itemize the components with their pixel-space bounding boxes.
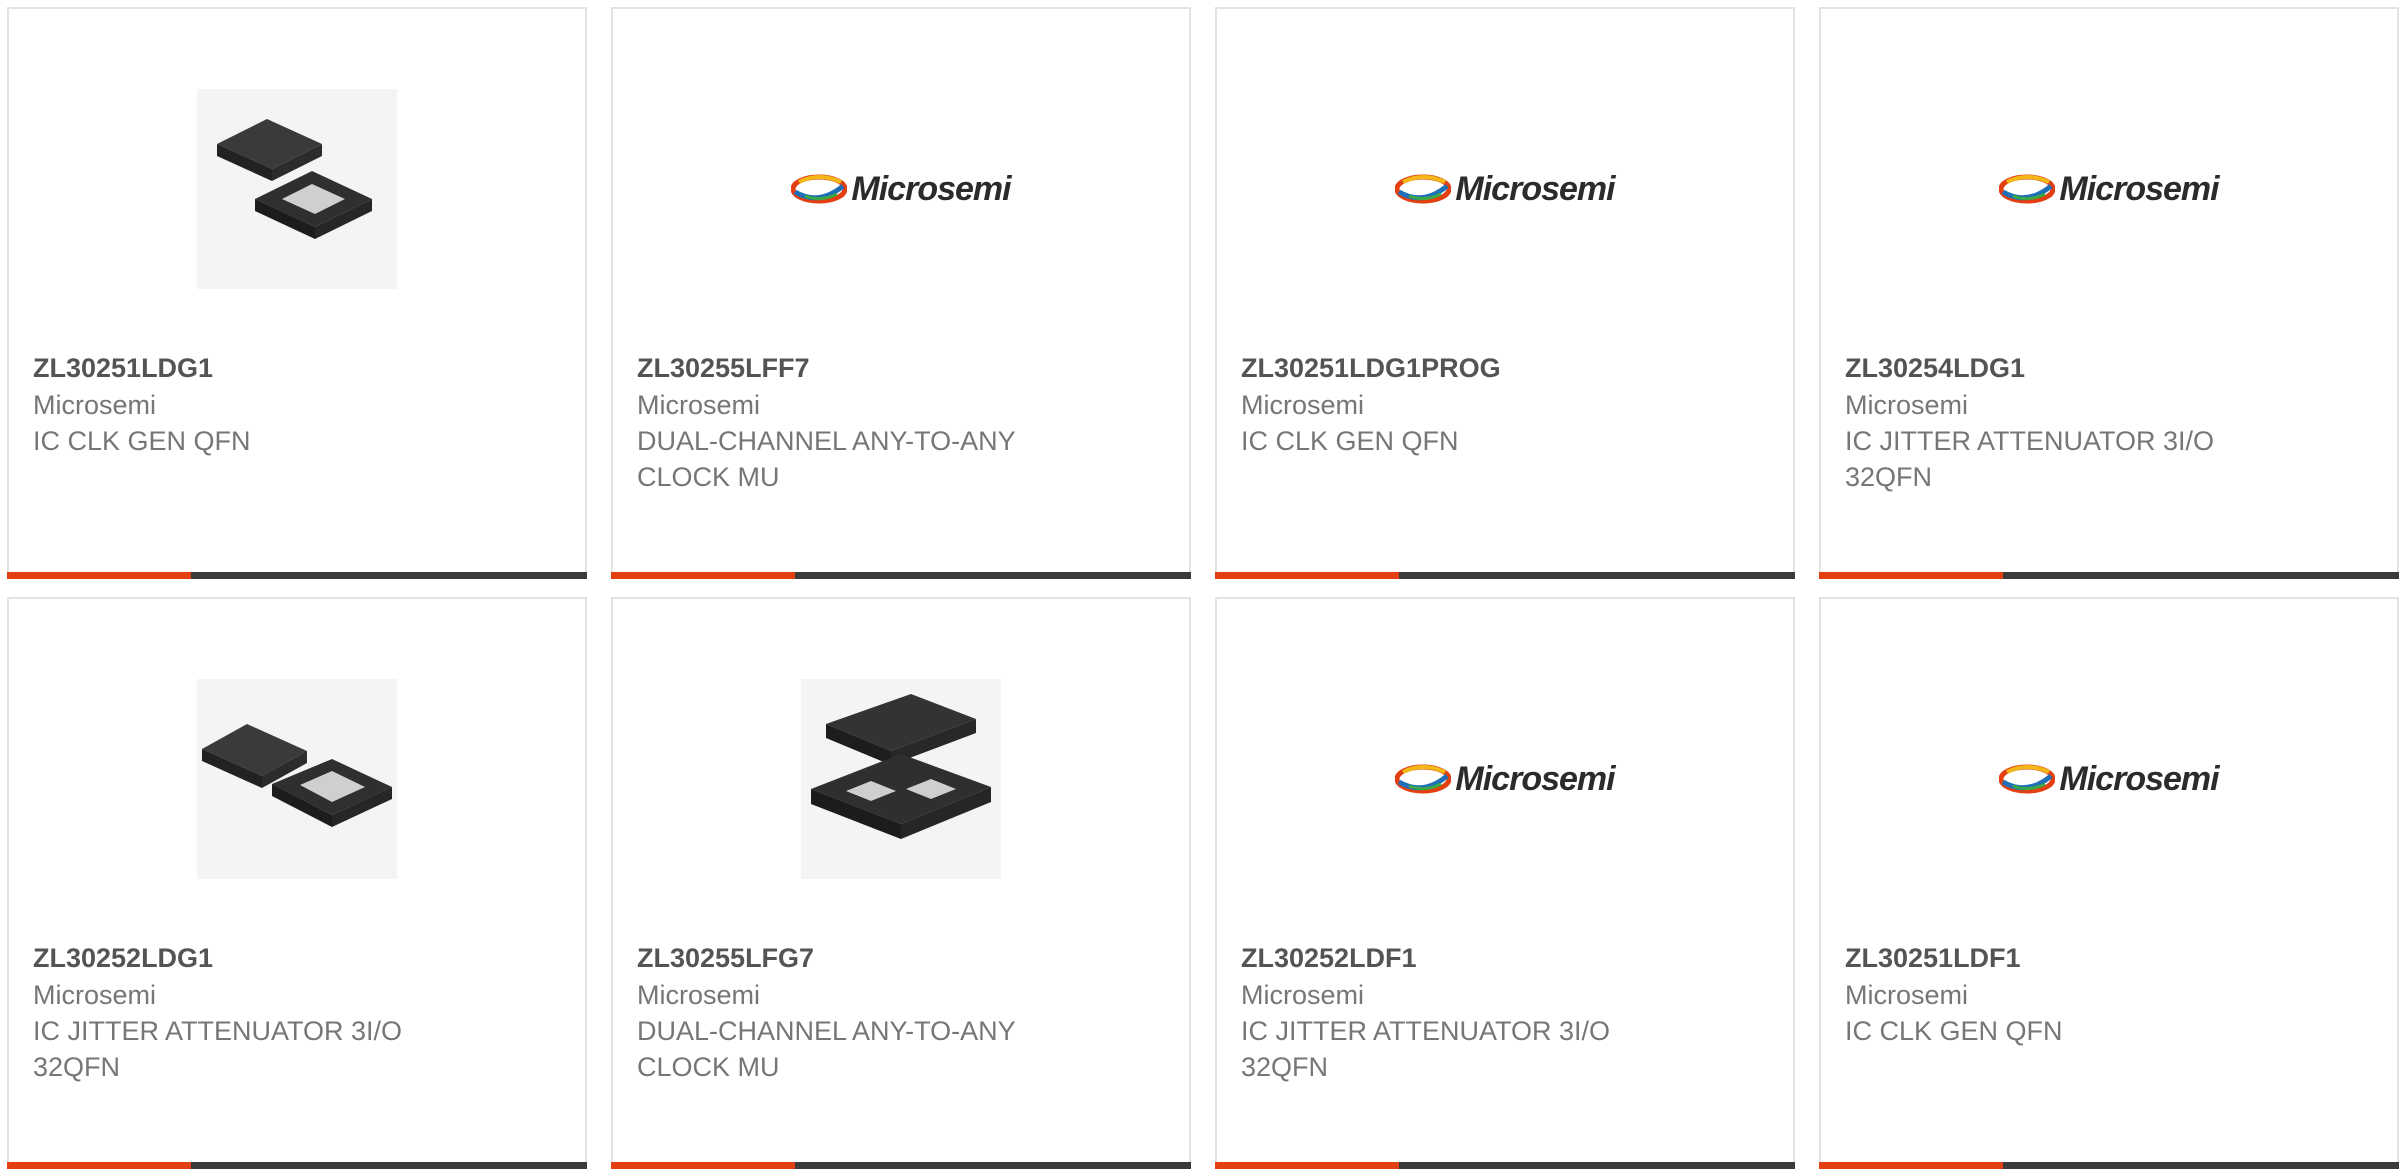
product-description: IC CLK GEN QFN xyxy=(1845,1016,2063,1046)
manufacturer-name: Microsemi xyxy=(1845,980,1969,1010)
manufacturer-name: Microsemi xyxy=(33,390,157,420)
product-info: ZL30255LFF7 Microsemi DUAL-CHANNEL ANY-T… xyxy=(637,349,1165,495)
card-bar-accent xyxy=(1215,1162,1399,1169)
part-number-link[interactable]: ZL30255LFG7 xyxy=(637,939,1165,977)
product-card[interactable]: ZL30252LDG1 Microsemi IC JITTER ATTENUAT… xyxy=(7,597,587,1169)
product-card[interactable]: Microsemi ZL30255LFF7 Microsemi DUAL-CHA… xyxy=(611,7,1191,579)
manufacturer-name: Microsemi xyxy=(1845,390,1969,420)
manufacturer-name: Microsemi xyxy=(33,980,157,1010)
product-card[interactable]: Microsemi ZL30251LDG1PROG Microsemi IC C… xyxy=(1215,7,1795,579)
product-info: ZL30255LFG7 Microsemi DUAL-CHANNEL ANY-T… xyxy=(637,939,1165,1085)
logo-text: Microsemi xyxy=(2059,169,2219,208)
card-bar-accent xyxy=(1215,572,1399,579)
qfn-chip-pair-icon xyxy=(197,89,397,289)
microsemi-logo: Microsemi xyxy=(791,169,1012,209)
product-description: DUAL-CHANNEL ANY-TO-ANY CLOCK MU xyxy=(637,1016,1016,1082)
card-bar xyxy=(1819,1162,2399,1169)
product-image[interactable]: Microsemi xyxy=(1821,39,2397,339)
product-image[interactable] xyxy=(613,629,1189,929)
part-number-link[interactable]: ZL30252LDG1 xyxy=(33,939,561,977)
product-description: IC CLK GEN QFN xyxy=(33,426,251,456)
product-image[interactable]: Microsemi xyxy=(1821,629,2397,929)
card-bar xyxy=(1819,572,2399,579)
microsemi-logo: Microsemi xyxy=(1395,169,1616,209)
card-bar xyxy=(611,1162,1191,1169)
card-bar xyxy=(1215,572,1795,579)
product-info: ZL30251LDG1PROG Microsemi IC CLK GEN QFN xyxy=(1241,349,1769,459)
microsemi-swoosh-icon xyxy=(1395,174,1452,204)
product-description: IC CLK GEN QFN xyxy=(1241,426,1459,456)
product-description: IC JITTER ATTENUATOR 3I/O 32QFN xyxy=(33,1016,403,1082)
product-info: ZL30251LDF1 Microsemi IC CLK GEN QFN xyxy=(1845,939,2373,1049)
qfn-chip-pair-icon xyxy=(801,679,1001,879)
product-image[interactable]: Microsemi xyxy=(1217,629,1793,929)
card-bar-accent xyxy=(611,1162,795,1169)
card-bar xyxy=(611,572,1191,579)
card-bar xyxy=(1215,1162,1795,1169)
qfn-chip-pair-icon xyxy=(197,679,397,879)
product-card[interactable]: ZL30251LDG1 Microsemi IC CLK GEN QFN xyxy=(7,7,587,579)
card-bar-accent xyxy=(7,572,191,579)
part-number-link[interactable]: ZL30251LDF1 xyxy=(1845,939,2373,977)
manufacturer-name: Microsemi xyxy=(1241,390,1365,420)
microsemi-logo: Microsemi xyxy=(1395,759,1616,799)
product-card[interactable]: Microsemi ZL30251LDF1 Microsemi IC CLK G… xyxy=(1819,597,2399,1169)
product-image[interactable]: Microsemi xyxy=(1217,39,1793,339)
logo-text: Microsemi xyxy=(2059,759,2219,798)
microsemi-swoosh-icon xyxy=(1999,174,2056,204)
product-description: IC JITTER ATTENUATOR 3I/O 32QFN xyxy=(1845,426,2215,492)
product-image[interactable] xyxy=(9,629,585,929)
product-image[interactable] xyxy=(9,39,585,339)
product-info: ZL30252LDG1 Microsemi IC JITTER ATTENUAT… xyxy=(33,939,561,1085)
product-description: DUAL-CHANNEL ANY-TO-ANY CLOCK MU xyxy=(637,426,1016,492)
part-number-link[interactable]: ZL30251LDG1PROG xyxy=(1241,349,1769,387)
card-bar-accent xyxy=(7,1162,191,1169)
product-card[interactable]: Microsemi ZL30254LDG1 Microsemi IC JITTE… xyxy=(1819,7,2399,579)
manufacturer-name: Microsemi xyxy=(1241,980,1365,1010)
product-image[interactable]: Microsemi xyxy=(613,39,1189,339)
product-card[interactable]: ZL30255LFG7 Microsemi DUAL-CHANNEL ANY-T… xyxy=(611,597,1191,1169)
product-info: ZL30252LDF1 Microsemi IC JITTER ATTENUAT… xyxy=(1241,939,1769,1085)
product-info: ZL30254LDG1 Microsemi IC JITTER ATTENUAT… xyxy=(1845,349,2373,495)
product-info: ZL30251LDG1 Microsemi IC CLK GEN QFN xyxy=(33,349,561,459)
microsemi-logo: Microsemi xyxy=(1999,169,2220,209)
logo-text: Microsemi xyxy=(851,169,1011,208)
part-number-link[interactable]: ZL30254LDG1 xyxy=(1845,349,2373,387)
card-bar xyxy=(7,1162,587,1169)
part-number-link[interactable]: ZL30255LFF7 xyxy=(637,349,1165,387)
product-card[interactable]: Microsemi ZL30252LDF1 Microsemi IC JITTE… xyxy=(1215,597,1795,1169)
logo-text: Microsemi xyxy=(1455,759,1615,798)
part-number-link[interactable]: ZL30251LDG1 xyxy=(33,349,561,387)
manufacturer-name: Microsemi xyxy=(637,980,761,1010)
microsemi-logo: Microsemi xyxy=(1999,759,2220,799)
microsemi-swoosh-icon xyxy=(1999,764,2056,794)
microsemi-swoosh-icon xyxy=(791,174,848,204)
card-bar-accent xyxy=(1819,1162,2003,1169)
card-bar-accent xyxy=(1819,572,2003,579)
manufacturer-name: Microsemi xyxy=(637,390,761,420)
product-grid: ZL30251LDG1 Microsemi IC CLK GEN QFN Mic… xyxy=(7,7,2400,1169)
card-bar xyxy=(7,572,587,579)
microsemi-swoosh-icon xyxy=(1395,764,1452,794)
logo-text: Microsemi xyxy=(1455,169,1615,208)
product-description: IC JITTER ATTENUATOR 3I/O 32QFN xyxy=(1241,1016,1611,1082)
part-number-link[interactable]: ZL30252LDF1 xyxy=(1241,939,1769,977)
card-bar-accent xyxy=(611,572,795,579)
